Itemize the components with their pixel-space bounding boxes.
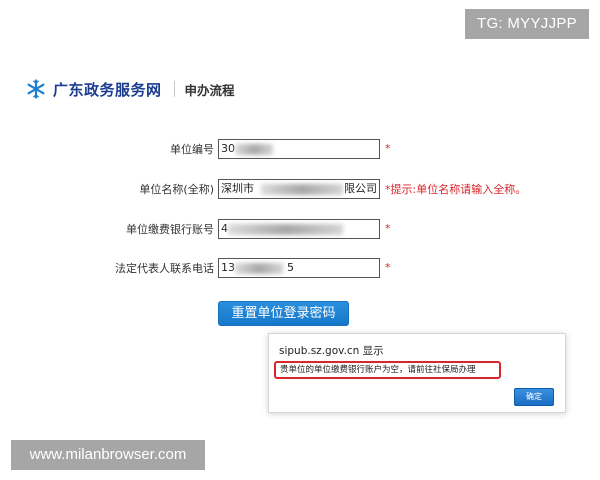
unit-number-label: 单位编号 xyxy=(170,143,214,156)
reset-unit-password-button[interactable]: 重置单位登录密码 xyxy=(218,301,349,326)
bank-account-label: 单位缴费银行账号 xyxy=(126,223,214,236)
bank-account-input[interactable]: 4 xyxy=(218,219,380,239)
unit-number-input[interactable]: 30 xyxy=(218,139,380,159)
site-header: 广东政务服务网 申办流程 xyxy=(26,76,235,102)
redaction-blur xyxy=(235,144,273,155)
dialog-ok-button[interactable]: 确定 xyxy=(514,388,554,406)
unit-name-hint: *提示:单位名称请输入全称。 xyxy=(385,183,527,196)
form-row-unit-name: 单位名称(全称) 深圳市 限公司 *提示:单位名称请输入全称。 xyxy=(0,179,600,201)
unit-number-value: 30 xyxy=(221,142,235,155)
dialog-message: 贵单位的单位缴费银行账户为空，请前往社保局办理 xyxy=(274,361,501,379)
legal-rep-phone-label: 法定代表人联系电话 xyxy=(115,262,214,275)
unit-name-value-tail: 限公司 xyxy=(344,180,377,198)
required-marker: * xyxy=(385,222,391,235)
bank-account-value: 4 xyxy=(221,222,228,235)
form-row-bank-account: 单位缴费银行账号 4 * xyxy=(0,219,600,241)
dialog-title: sipub.sz.gov.cn 显示 xyxy=(279,345,384,357)
redaction-blur xyxy=(261,184,343,195)
redaction-blur xyxy=(228,224,343,235)
header-divider xyxy=(173,81,175,97)
redaction-blur xyxy=(235,263,283,274)
watermark-top: TG: MYYJJPP xyxy=(465,9,589,39)
snowflake-logo-icon xyxy=(26,79,46,99)
alert-dialog: sipub.sz.gov.cn 显示 贵单位的单位缴费银行账户为空，请前往社保局… xyxy=(268,333,566,413)
legal-rep-phone-input[interactable]: 13 5 xyxy=(218,258,380,278)
form-row-unit-number: 单位编号 30 * xyxy=(0,139,600,161)
legal-rep-phone-value: 13 xyxy=(221,261,235,274)
unit-name-value: 深圳市 xyxy=(221,182,254,195)
legal-rep-phone-tail: 5 xyxy=(287,261,294,274)
brand-name[interactable]: 广东政务服务网 xyxy=(53,79,162,100)
form-row-legal-rep-phone: 法定代表人联系电话 13 5 * xyxy=(0,258,600,280)
watermark-bottom: www.milanbrowser.com xyxy=(11,440,205,470)
unit-name-input[interactable]: 深圳市 限公司 xyxy=(218,179,380,199)
unit-name-label: 单位名称(全称) xyxy=(139,183,214,196)
required-marker: * xyxy=(385,261,391,274)
required-marker: * xyxy=(385,142,391,155)
breadcrumb: 申办流程 xyxy=(184,82,235,98)
